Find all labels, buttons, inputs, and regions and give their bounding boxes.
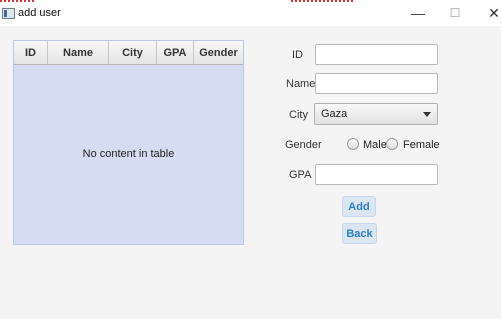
- column-header-id[interactable]: ID: [14, 41, 48, 64]
- app-icon: [2, 8, 15, 19]
- column-header-city[interactable]: City: [109, 41, 157, 64]
- city-label: City: [289, 109, 308, 121]
- minimize-button[interactable]: —: [405, 2, 431, 24]
- gpa-field[interactable]: [315, 164, 438, 185]
- female-radio[interactable]: [386, 138, 398, 150]
- city-dropdown[interactable]: Gaza: [314, 103, 438, 125]
- users-table[interactable]: ID Name City GPA Gender No content in ta…: [13, 40, 244, 245]
- male-radio-label[interactable]: Male: [363, 139, 387, 151]
- back-button[interactable]: Back: [342, 223, 377, 244]
- chevron-down-icon: [423, 112, 431, 117]
- title-decoration: [0, 0, 34, 2]
- title-bar: add user — ☐ ✕: [0, 0, 501, 26]
- female-radio-label[interactable]: Female: [403, 139, 440, 151]
- column-header-gpa[interactable]: GPA: [157, 41, 194, 64]
- name-label: Name: [286, 78, 316, 90]
- male-radio[interactable]: [347, 138, 359, 150]
- name-field[interactable]: [315, 73, 438, 94]
- city-selected-value: Gaza: [321, 108, 348, 120]
- gpa-label: GPA: [289, 169, 312, 181]
- id-label: ID: [292, 49, 303, 61]
- id-field[interactable]: [315, 44, 438, 65]
- title-decoration: [291, 0, 355, 2]
- maximize-button[interactable]: ☐: [442, 2, 468, 24]
- table-header: ID Name City GPA Gender: [14, 41, 243, 65]
- add-button[interactable]: Add: [342, 196, 376, 217]
- column-header-name[interactable]: Name: [48, 41, 109, 64]
- close-button[interactable]: ✕: [481, 2, 501, 24]
- table-empty-message: No content in table: [82, 148, 175, 160]
- column-header-gender[interactable]: Gender: [194, 41, 243, 64]
- gender-label: Gender: [285, 139, 322, 151]
- window-title: add user: [18, 7, 61, 19]
